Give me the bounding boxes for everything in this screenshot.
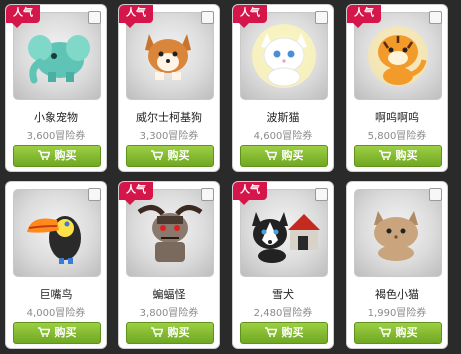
buy-button[interactable]: 购买 (13, 322, 101, 344)
buy-label: 购买 (395, 326, 418, 339)
pet-card[interactable]: 褐色小猫 1,990冒险券 购买 (346, 181, 448, 349)
select-checkbox[interactable] (315, 188, 328, 201)
pet-price: 3,600冒险券 (26, 131, 86, 142)
select-checkbox[interactable] (88, 11, 101, 24)
pet-card[interactable]: 人气 威尔士柯基狗 3,300冒险券 购买 (118, 4, 220, 172)
cart-icon (150, 147, 163, 167)
select-checkbox[interactable] (429, 11, 442, 24)
pet-card[interactable]: 人气 雪犬 2,480冒险券 购买 (232, 181, 334, 349)
buy-button[interactable]: 购买 (13, 145, 101, 167)
buy-label: 购买 (281, 149, 304, 162)
pet-card[interactable]: 人气 啊呜啊呜 5,800冒险券 购买 (346, 4, 448, 172)
pet-name: 威尔士柯基狗 (136, 111, 202, 124)
buy-label: 购买 (167, 149, 190, 162)
pet-name: 小象宠物 (34, 111, 78, 124)
buy-button[interactable]: 购买 (354, 322, 442, 344)
buy-button[interactable]: 购买 (126, 322, 214, 344)
buy-label: 购买 (395, 149, 418, 162)
persian-cat-icon (252, 24, 316, 88)
pet-name: 褐色小猫 (375, 288, 419, 301)
buy-button[interactable]: 购买 (126, 145, 214, 167)
hot-badge: 人气 (6, 5, 40, 28)
hot-badge: 人气 (347, 5, 381, 28)
select-checkbox[interactable] (315, 11, 328, 24)
buy-label: 购买 (281, 326, 304, 339)
toucan-icon (27, 216, 81, 264)
select-checkbox[interactable] (429, 188, 442, 201)
buy-label: 购买 (167, 326, 190, 339)
buy-label: 购买 (54, 149, 77, 162)
buy-button[interactable]: 购买 (240, 322, 328, 344)
pet-card[interactable]: 人气 小象宠物 3,600冒险券 购买 (5, 4, 107, 172)
pet-image (13, 189, 101, 277)
husky-icon (252, 212, 320, 263)
select-checkbox[interactable] (88, 188, 101, 201)
buy-button[interactable]: 购买 (240, 145, 328, 167)
pet-image (126, 12, 214, 100)
cart-icon (150, 324, 163, 344)
pet-name: 啊呜啊呜 (375, 111, 419, 124)
cart-icon (264, 147, 277, 167)
pet-image (126, 189, 214, 277)
pet-name: 波斯猫 (266, 111, 300, 124)
cart-icon (37, 324, 50, 344)
hot-badge: 人气 (233, 5, 267, 28)
bat-monster-icon (137, 205, 203, 262)
pet-price: 2,480冒险券 (253, 308, 313, 319)
cart-icon (37, 147, 50, 167)
pet-price: 3,800冒险券 (139, 308, 199, 319)
pet-image (240, 189, 328, 277)
pet-card[interactable]: 人气 波斯猫 4,600冒险券 购买 (232, 4, 334, 172)
cart-icon (264, 324, 277, 344)
pet-name: 巨嘴鸟 (39, 288, 73, 301)
pet-card[interactable]: 巨嘴鸟 4,000冒险券 购买 (5, 181, 107, 349)
pet-price: 3,300冒险券 (139, 131, 199, 142)
select-checkbox[interactable] (201, 11, 214, 24)
tiger-icon (368, 26, 428, 86)
buy-label: 购买 (54, 326, 77, 339)
hot-badge: 人气 (119, 5, 153, 28)
pet-image (354, 12, 442, 100)
corgi-icon (145, 34, 191, 80)
pet-card[interactable]: 人气 蝙蝠怪 3,800冒险券 购买 (118, 181, 220, 349)
pet-price: 4,600冒险券 (253, 131, 313, 142)
pet-image (240, 12, 328, 100)
cart-icon (378, 324, 391, 344)
pet-price: 4,000冒险券 (26, 308, 86, 319)
buy-button[interactable]: 购买 (354, 145, 442, 167)
cart-icon (378, 147, 391, 167)
pet-shop-grid: 人气 小象宠物 3,600冒险券 购买 人气 威尔士柯基狗 3,300冒险券 购… (5, 4, 461, 354)
hot-badge: 人气 (119, 182, 153, 205)
elephant-icon (28, 35, 90, 84)
pet-price: 1,990冒险券 (367, 308, 427, 319)
pet-price: 5,800冒险券 (367, 131, 427, 142)
select-checkbox[interactable] (201, 188, 214, 201)
brown-kitten-icon (374, 211, 418, 261)
hot-badge: 人气 (233, 182, 267, 205)
pet-image (13, 12, 101, 100)
pet-image (354, 189, 442, 277)
pet-name: 蝙蝠怪 (152, 288, 186, 301)
pet-name: 雪犬 (272, 288, 294, 301)
